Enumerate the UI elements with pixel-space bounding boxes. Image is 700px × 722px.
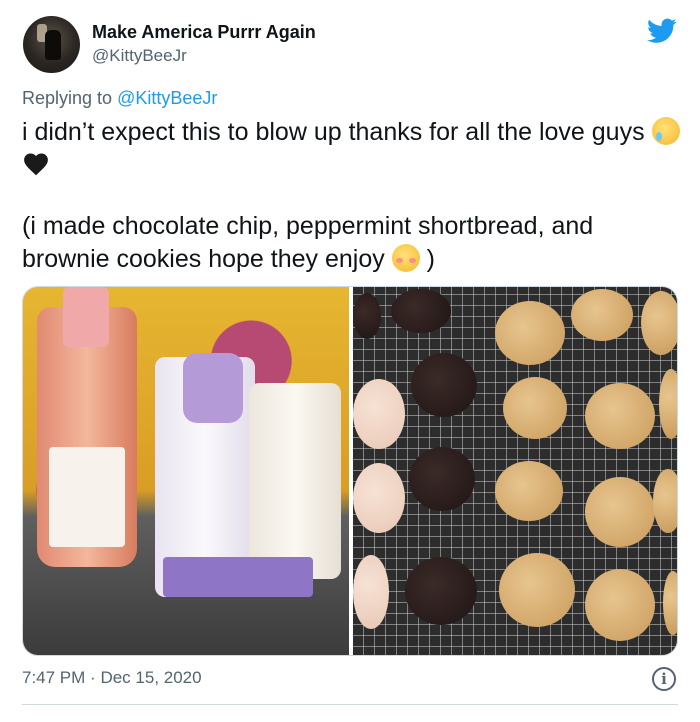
- cookie-chocolate-chip: [663, 571, 677, 635]
- gift-box: [163, 557, 313, 597]
- black-heart-emoji-icon: [24, 153, 48, 176]
- tweet-line1: i didn’t expect this to blow up thanks f…: [22, 118, 645, 146]
- photo-gift-items[interactable]: [23, 287, 349, 655]
- cookie-brownie: [405, 557, 477, 625]
- cookie-chocolate-chip: [499, 553, 575, 627]
- reply-prefix: Replying to: [22, 88, 113, 108]
- tweet-line2-end: ): [426, 245, 435, 273]
- tweet-date: Dec 15, 2020: [100, 668, 202, 687]
- author-name[interactable]: Make America Purrr Again: [92, 22, 316, 43]
- photo-cookies[interactable]: [353, 287, 677, 655]
- cookie-chocolate-chip: [495, 301, 565, 365]
- cookie-brownie: [353, 293, 381, 339]
- tweet-text-line2: (i made chocolate chip, peppermint short…: [22, 210, 682, 276]
- footer-divider: [22, 704, 678, 705]
- cookie-chocolate-chip: [641, 291, 677, 355]
- cookie-chocolate-chip: [503, 377, 567, 439]
- tweet-timestamp[interactable]: 7:47 PM · Dec 15, 2020: [22, 668, 202, 688]
- avatar-figure: [45, 30, 61, 60]
- reply-context: Replying to @KittyBeeJr: [22, 88, 217, 109]
- cookie-peppermint-shortbread: [353, 555, 389, 629]
- cookie-chocolate-chip: [495, 461, 563, 521]
- tweet-time: 7:47 PM: [22, 668, 86, 687]
- author-handle[interactable]: @KittyBeeJr: [92, 46, 187, 66]
- smiling-face-emoji-icon: [391, 244, 420, 272]
- cookie-chocolate-chip: [585, 477, 655, 547]
- wine-bottle-label: [49, 447, 125, 547]
- cookie-chocolate-chip: [585, 383, 655, 449]
- tweet-media[interactable]: [22, 286, 678, 656]
- cookie-chocolate-chip: [653, 469, 677, 533]
- timestamp-separator: ·: [90, 668, 96, 687]
- cookie-chocolate-chip: [571, 289, 633, 341]
- cookie-peppermint-shortbread: [353, 463, 405, 533]
- reply-mention-link[interactable]: @KittyBeeJr: [117, 88, 217, 108]
- cookie-brownie: [411, 353, 477, 417]
- cookie-chocolate-chip: [659, 369, 677, 439]
- twitter-bird-icon[interactable]: [647, 18, 677, 44]
- info-circle-icon[interactable]: i: [652, 667, 676, 691]
- cookie-brownie: [391, 289, 451, 333]
- cookie-peppermint-shortbread: [353, 379, 405, 449]
- avatar[interactable]: [23, 16, 80, 73]
- tweet-line2: (i made chocolate chip, peppermint short…: [22, 212, 594, 273]
- cookie-chocolate-chip: [585, 569, 655, 641]
- crying-face-emoji-icon: [651, 117, 680, 145]
- tweet-text-line1: i didn’t expect this to blow up thanks f…: [22, 116, 682, 182]
- wine-bottle-neck: [63, 287, 109, 347]
- baby-lotion-bottle: [249, 383, 341, 579]
- cookie-brownie: [409, 447, 475, 511]
- baby-wash-pump: [183, 353, 243, 423]
